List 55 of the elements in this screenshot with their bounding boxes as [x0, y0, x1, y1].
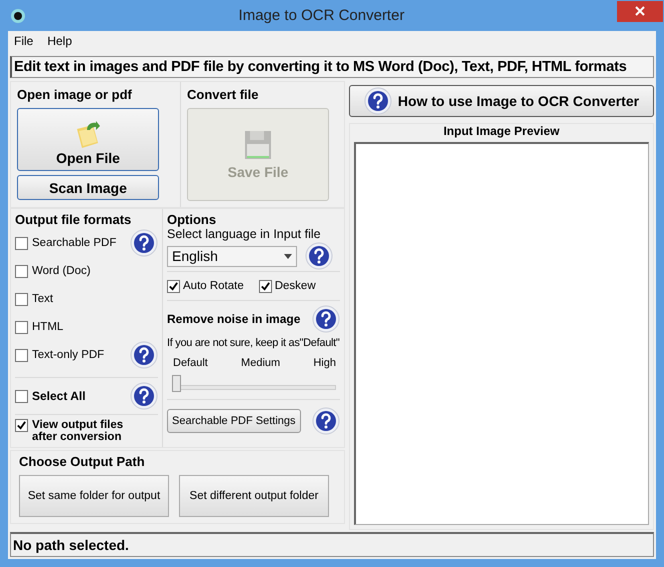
- help-icon[interactable]: [305, 242, 333, 270]
- caret-icon: [284, 254, 292, 258]
- group-title: Options: [167, 212, 218, 227]
- help-icon[interactable]: [312, 407, 340, 435]
- app-icon: [10, 8, 26, 24]
- pdf-settings-button[interactable]: Searchable PDF Settings: [167, 409, 301, 433]
- preview-title: Input Image Preview: [442, 124, 561, 138]
- help-icon[interactable]: [312, 305, 340, 333]
- checkbox[interactable]: [15, 320, 28, 334]
- checkbox-label[interactable]: Deskew: [274, 280, 316, 292]
- group-title: Output file formats: [15, 212, 132, 227]
- checkbox[interactable]: [15, 264, 28, 278]
- group-title: Convert file: [187, 87, 260, 102]
- language-dropdown[interactable]: English: [167, 246, 297, 266]
- checkbox-label[interactable]: View output files after conversion: [32, 419, 142, 443]
- slider-label: Medium: [241, 357, 280, 369]
- checkbox[interactable]: [167, 280, 180, 292]
- scan-image-button[interactable]: Scan Image: [17, 175, 159, 200]
- menu-item[interactable]: File: [14, 34, 34, 50]
- checkbox[interactable]: [15, 419, 28, 432]
- checkbox[interactable]: [15, 348, 28, 362]
- checkbox-label[interactable]: Select All: [32, 389, 86, 403]
- close-icon: [635, 6, 645, 16]
- status-bar: No path selected.: [10, 532, 654, 557]
- noise-hint: If you are not sure, keep it as"Default": [167, 337, 340, 349]
- checkbox-label[interactable]: Word (Doc): [32, 265, 91, 277]
- slider-label: Default: [173, 357, 208, 369]
- help-icon[interactable]: [130, 341, 158, 369]
- language-label: Select language in Input file: [167, 227, 321, 241]
- noise-title: Remove noise in image: [167, 312, 300, 326]
- window-title: Image to OCR Converter: [238, 7, 406, 24]
- group-title: Open image or pdf: [17, 87, 133, 102]
- noise-slider[interactable]: [171, 373, 336, 395]
- output-folder-button[interactable]: Set same folder for output: [19, 475, 169, 517]
- checkbox-label[interactable]: Auto Rotate: [183, 280, 244, 292]
- slider-label: High: [313, 357, 336, 369]
- checkbox[interactable]: [15, 390, 28, 402]
- help-icon[interactable]: [364, 87, 392, 115]
- checkbox-label[interactable]: Searchable PDF: [32, 237, 116, 249]
- slider-thumb[interactable]: [172, 375, 181, 392]
- checkbox[interactable]: [15, 236, 28, 250]
- output-folder-button[interactable]: Set different output folder: [179, 475, 329, 517]
- checkbox[interactable]: [15, 292, 28, 306]
- checkbox-label[interactable]: Text-only PDF: [32, 349, 104, 361]
- checkbox-label[interactable]: Text: [32, 293, 54, 305]
- checkbox[interactable]: [258, 280, 272, 292]
- open-file-button[interactable]: Open File: [17, 108, 159, 171]
- how-to-button[interactable]: How to use Image to OCR Converter: [349, 85, 654, 117]
- menu-item[interactable]: Help: [47, 34, 72, 50]
- close-button[interactable]: [617, 0, 663, 22]
- help-icon[interactable]: [130, 229, 158, 257]
- banner-text: Edit text in images and PDF file by converting it to MS Word (Doc), Text, PDF, HTML formats: [10, 56, 654, 78]
- group-title: Choose Output Path: [19, 454, 146, 469]
- checkbox-label[interactable]: HTML: [32, 321, 64, 333]
- help-icon[interactable]: [130, 382, 158, 410]
